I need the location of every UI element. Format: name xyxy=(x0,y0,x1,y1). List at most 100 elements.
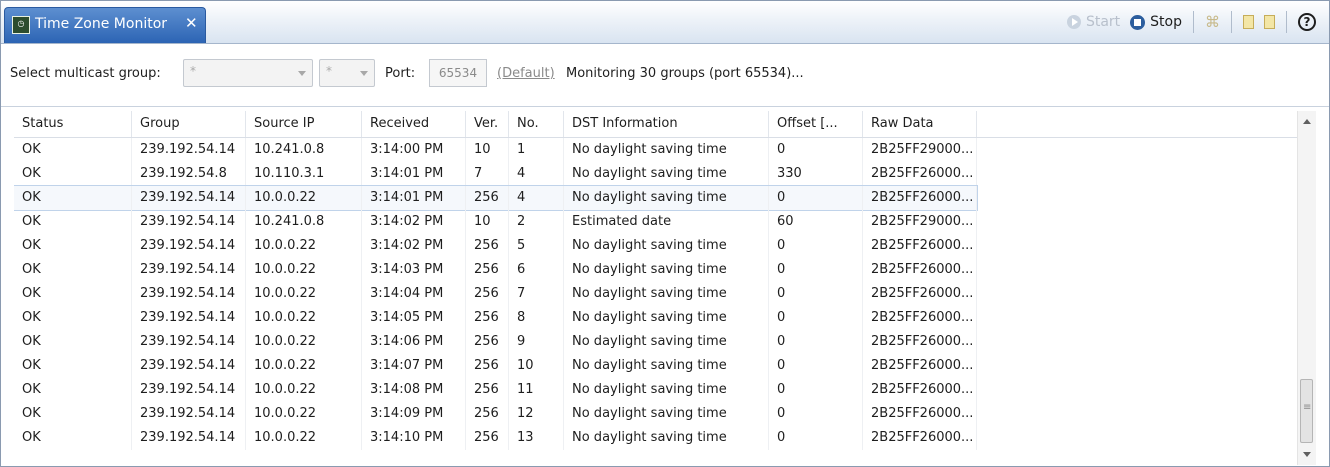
toolbar: Start Stop ⌘ ? xyxy=(1062,8,1321,36)
cell-source-ip: 10.0.0.22 xyxy=(246,402,362,426)
cell-dst-information: No daylight saving time xyxy=(564,378,769,402)
cell-raw-data: 2B25FF26000... xyxy=(863,282,977,306)
cell-dst-information: No daylight saving time xyxy=(564,186,769,210)
cell-no: 13 xyxy=(509,426,564,450)
group-table: Status Group Source IP Received Ver. No. DST I… xyxy=(14,111,1314,465)
cell-dst-information: No daylight saving time xyxy=(564,306,769,330)
cell-received: 3:14:07 PM xyxy=(362,354,466,378)
cell-offset: 0 xyxy=(769,306,863,330)
start-label: Start xyxy=(1085,14,1121,30)
header-col-received[interactable]: Received xyxy=(362,111,466,137)
tab-time-zone-monitor[interactable]: ◷ Time Zone Monitor ✕ xyxy=(4,7,206,43)
find-button[interactable]: ⌘ xyxy=(1200,9,1225,35)
export-all-button[interactable] xyxy=(1259,9,1280,35)
stop-icon xyxy=(1130,14,1146,30)
filter-bar: Select multicast group: * * Port: 65534 … xyxy=(1,44,1329,107)
multicast-group-select[interactable]: * xyxy=(183,59,313,87)
cell-ver: 256 xyxy=(466,354,509,378)
cell-source-ip: 10.0.0.22 xyxy=(246,186,362,210)
cell-status: OK xyxy=(14,258,132,282)
cell-dst-information: Estimated date xyxy=(564,210,769,234)
close-icon[interactable]: ✕ xyxy=(185,14,198,32)
cell-status: OK xyxy=(14,378,132,402)
cell-no: 10 xyxy=(509,354,564,378)
stop-button[interactable]: Stop xyxy=(1125,9,1187,35)
table-row[interactable]: OK 239.192.54.14 10.0.0.22 3:14:02 PM 256 5 No… xyxy=(14,234,977,258)
cell-offset: 0 xyxy=(769,378,863,402)
header-col-no[interactable]: No. xyxy=(509,111,564,137)
start-button[interactable]: Start xyxy=(1062,9,1125,35)
cell-source-ip: 10.241.0.8 xyxy=(246,210,362,234)
scrollbar-thumb[interactable] xyxy=(1300,379,1313,443)
cell-dst-information: No daylight saving time xyxy=(564,330,769,354)
vertical-scrollbar[interactable] xyxy=(1297,111,1316,465)
help-button[interactable]: ? xyxy=(1293,9,1321,35)
header-col-group[interactable]: Group xyxy=(132,111,246,137)
header-col-source-ip[interactable]: Source IP xyxy=(246,111,362,137)
cell-received: 3:14:01 PM xyxy=(362,162,466,186)
cell-source-ip: 10.0.0.22 xyxy=(246,258,362,282)
cell-no: 4 xyxy=(509,162,564,186)
subgroup-select[interactable]: * xyxy=(319,59,375,87)
cell-no: 11 xyxy=(509,378,564,402)
cell-raw-data: 2B25FF26000... xyxy=(863,306,977,330)
subgroup-value: * xyxy=(326,64,332,78)
table-row[interactable]: OK 239.192.54.14 10.0.0.22 3:14:03 PM 256 6 No… xyxy=(14,258,977,282)
cell-status: OK xyxy=(14,306,132,330)
chevron-down-icon xyxy=(298,71,306,76)
cell-received: 3:14:02 PM xyxy=(362,210,466,234)
table-row[interactable]: OK 239.192.54.14 10.0.0.22 3:14:09 PM 256 12 N… xyxy=(14,402,977,426)
cell-status: OK xyxy=(14,210,132,234)
header-col-ver[interactable]: Ver. xyxy=(466,111,509,137)
help-icon: ? xyxy=(1298,13,1316,31)
cell-offset: 0 xyxy=(769,234,863,258)
cell-raw-data: 2B25FF26000... xyxy=(863,354,977,378)
cell-status: OK xyxy=(14,138,132,162)
binoculars-icon: ⌘ xyxy=(1205,13,1220,31)
table-row[interactable]: OK 239.192.54.14 10.241.0.8 3:14:00 PM 10 1 No… xyxy=(14,138,977,162)
table-row[interactable]: OK 239.192.54.8 10.110.3.1 3:14:01 PM 7 4 No d… xyxy=(14,162,977,186)
cell-ver: 256 xyxy=(466,306,509,330)
play-icon xyxy=(1066,15,1081,29)
cell-status: OK xyxy=(14,162,132,186)
cell-no: 7 xyxy=(509,282,564,306)
table-row[interactable]: OK 239.192.54.14 10.0.0.22 3:14:04 PM 256 7 No… xyxy=(14,282,977,306)
cell-no: 1 xyxy=(509,138,564,162)
cell-raw-data: 2B25FF26000... xyxy=(863,234,977,258)
cell-ver: 256 xyxy=(466,378,509,402)
export-button[interactable] xyxy=(1238,9,1259,35)
cell-raw-data: 2B25FF26000... xyxy=(863,426,977,450)
cell-source-ip: 10.0.0.22 xyxy=(246,282,362,306)
port-field[interactable]: 65534 xyxy=(429,59,487,87)
toolbar-separator xyxy=(1193,11,1194,33)
cell-group: 239.192.54.14 xyxy=(132,402,246,426)
cell-raw-data: 2B25FF29000... xyxy=(863,138,977,162)
cell-offset: 330 xyxy=(769,162,863,186)
cell-ver: 10 xyxy=(466,138,509,162)
cell-source-ip: 10.0.0.22 xyxy=(246,378,362,402)
header-col-raw-data[interactable]: Raw Data xyxy=(863,111,977,137)
cell-raw-data: 2B25FF26000... xyxy=(863,402,977,426)
cell-ver: 256 xyxy=(466,426,509,450)
scroll-up-icon[interactable] xyxy=(1303,119,1311,124)
table-row[interactable]: OK 239.192.54.14 10.0.0.22 3:14:07 PM 256 10 N… xyxy=(14,354,977,378)
cell-received: 3:14:05 PM xyxy=(362,306,466,330)
table-row[interactable]: OK 239.192.54.14 10.0.0.22 3:14:05 PM 256 8 No… xyxy=(14,306,977,330)
cell-status: OK xyxy=(14,282,132,306)
cell-received: 3:14:03 PM xyxy=(362,258,466,282)
header-col-offset[interactable]: Offset [... xyxy=(769,111,863,137)
table-row[interactable]: OK 239.192.54.14 10.241.0.8 3:14:02 PM 10 2 Es… xyxy=(14,210,977,234)
scroll-down-icon[interactable] xyxy=(1303,452,1311,457)
cell-offset: 0 xyxy=(769,426,863,450)
header-col-dst-information[interactable]: DST Information xyxy=(564,111,769,137)
table-row[interactable]: OK 239.192.54.14 10.0.0.22 3:14:01 PM 256 4 No… xyxy=(14,185,978,211)
default-port-link[interactable]: (Default) xyxy=(497,66,555,81)
header-col-status[interactable]: Status xyxy=(14,111,132,137)
port-label: Port: xyxy=(385,66,416,81)
cell-received: 3:14:01 PM xyxy=(362,186,466,210)
toolbar-separator xyxy=(1231,11,1232,33)
cell-group: 239.192.54.14 xyxy=(132,354,246,378)
table-row[interactable]: OK 239.192.54.14 10.0.0.22 3:14:10 PM 256 13 N… xyxy=(14,426,977,450)
table-row[interactable]: OK 239.192.54.14 10.0.0.22 3:14:08 PM 256 11 N… xyxy=(14,378,977,402)
table-row[interactable]: OK 239.192.54.14 10.0.0.22 3:14:06 PM 256 9 No… xyxy=(14,330,977,354)
